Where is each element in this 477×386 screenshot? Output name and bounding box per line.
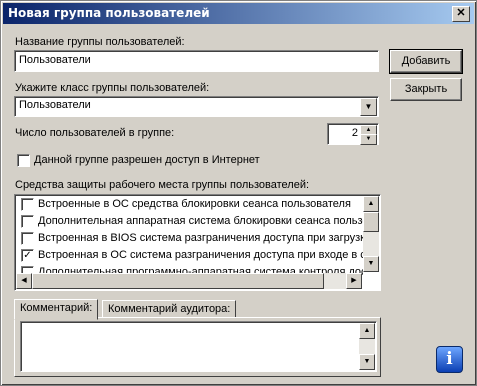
list-item-checkbox-checked[interactable]: ✓ [21,249,34,262]
internet-access-checkbox[interactable] [17,154,30,167]
protection-label: Средства защиты рабочего места группы по… [15,179,310,191]
scroll-down-icon[interactable]: ▼ [363,256,379,272]
list-item-label: Встроенная в BIOS система разграничения … [38,232,363,244]
scroll-up-icon[interactable]: ▲ [359,323,375,339]
user-count-stepper[interactable]: 2 ▲ ▼ [327,123,379,145]
group-name-input[interactable]: Пользователи [14,50,379,72]
title-bar[interactable]: Новая группа пользователей ✕ [3,3,474,24]
protection-list[interactable]: Встроенные в ОС средства блокировки сеан… [14,194,381,291]
user-count-label: Число пользователей в группе: [15,127,175,139]
group-name-label: Название группы пользователей: [15,36,185,48]
spin-down-icon[interactable]: ▼ [360,134,377,145]
group-class-label: Укажите класс группы пользователей: [15,82,210,94]
comment-textarea[interactable]: ▲ ▼ [20,321,377,372]
group-class-select[interactable]: Пользователи ▼ [14,96,379,117]
add-button[interactable]: Добавить [389,49,463,74]
vertical-scrollbar[interactable]: ▲ ▼ [363,196,379,272]
list-item-label: Дополнительная аппаратная система блокир… [38,215,363,227]
group-name-value: Пользователи [19,54,91,66]
scroll-thumb[interactable] [32,273,324,289]
list-item-label: Встроенная в ОС система разграничения до… [38,249,363,261]
internet-access-label: Данной группе разрешен доступ в Интернет [34,154,260,166]
list-item-checkbox[interactable] [21,232,34,245]
user-count-value: 2 [351,127,358,139]
horizontal-scrollbar[interactable]: ◀ ▶ [16,273,362,289]
info-icon[interactable]: i [436,346,463,373]
memo-scrollbar[interactable]: ▲ ▼ [359,323,375,370]
window-title: Новая группа пользователей [8,6,210,20]
scroll-left-icon[interactable]: ◀ [16,273,32,289]
list-item-checkbox[interactable] [21,198,34,211]
scroll-down-icon[interactable]: ▼ [359,354,375,370]
close-window-button[interactable]: ✕ [452,6,470,22]
close-button[interactable]: Закрыть [390,78,462,101]
scroll-thumb[interactable] [363,212,379,232]
list-item-checkbox[interactable] [21,215,34,228]
tab-panel: ▲ ▼ [14,317,381,377]
tab-comment[interactable]: Комментарий: [14,299,99,320]
dialog-window: Новая группа пользователей ✕ Название гр… [0,0,477,386]
scroll-right-icon[interactable]: ▶ [346,273,362,289]
scroll-up-icon[interactable]: ▲ [363,196,379,212]
list-item-label: Встроенные в ОС средства блокировки сеан… [38,198,351,210]
group-class-value: Пользователи [19,99,91,111]
chevron-down-icon[interactable]: ▼ [360,98,377,116]
